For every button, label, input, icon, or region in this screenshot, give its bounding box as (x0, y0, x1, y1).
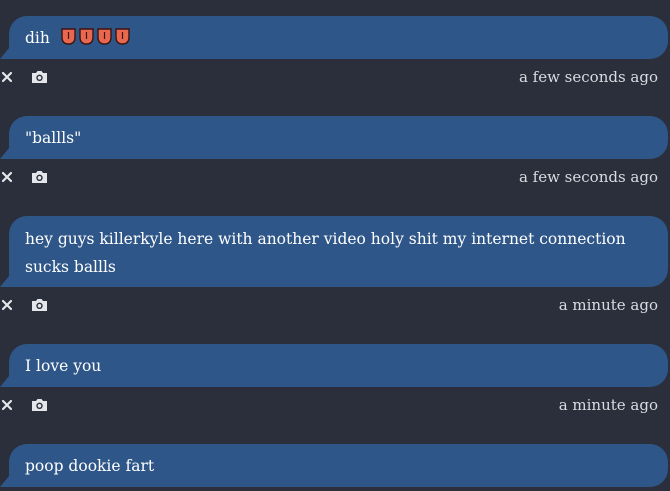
camera-icon[interactable] (31, 69, 48, 85)
message-item: I love you a minute ago (0, 344, 668, 415)
message-meta: a few seconds ago (1, 67, 668, 87)
message-meta: a few seconds ago (1, 167, 668, 187)
message-text: poop dookie fart (25, 457, 155, 475)
message-text: I love you (25, 357, 102, 375)
timestamp: a minute ago (558, 296, 658, 314)
tongue-emoji (61, 26, 76, 54)
message-bubble: dih (0, 16, 668, 59)
message-text: dih (25, 29, 50, 47)
timestamp: a few seconds ago (518, 68, 658, 86)
message-bubble: I love you (0, 344, 668, 387)
message-item: poop dookie fart (0, 444, 668, 487)
tongue-emoji (115, 26, 130, 54)
timestamp: a few seconds ago (518, 168, 658, 186)
camera-icon[interactable] (31, 297, 48, 313)
tongue-emoji (97, 26, 112, 54)
close-icon[interactable] (0, 295, 14, 315)
close-icon[interactable] (0, 167, 14, 187)
timestamp: a minute ago (558, 396, 658, 414)
close-icon[interactable] (0, 395, 14, 415)
camera-icon[interactable] (31, 397, 48, 413)
camera-icon[interactable] (31, 169, 48, 185)
message-text: "ballls" (25, 129, 82, 147)
close-icon[interactable] (0, 67, 14, 87)
message-meta: a minute ago (1, 295, 668, 315)
message-meta: a minute ago (1, 395, 668, 415)
message-feed: dih a few seconds ago "ballls" a few sec… (0, 0, 670, 491)
message-text: hey guys killerkyle here with another vi… (25, 230, 626, 276)
message-item: "ballls" a few seconds ago (0, 116, 668, 187)
tongue-emoji (79, 26, 94, 54)
message-bubble: hey guys killerkyle here with another vi… (0, 216, 668, 287)
message-item: hey guys killerkyle here with another vi… (0, 216, 668, 315)
message-bubble: poop dookie fart (0, 444, 668, 487)
message-bubble: "ballls" (0, 116, 668, 159)
message-item: dih a few seconds ago (0, 16, 668, 87)
emoji-group (61, 25, 133, 54)
